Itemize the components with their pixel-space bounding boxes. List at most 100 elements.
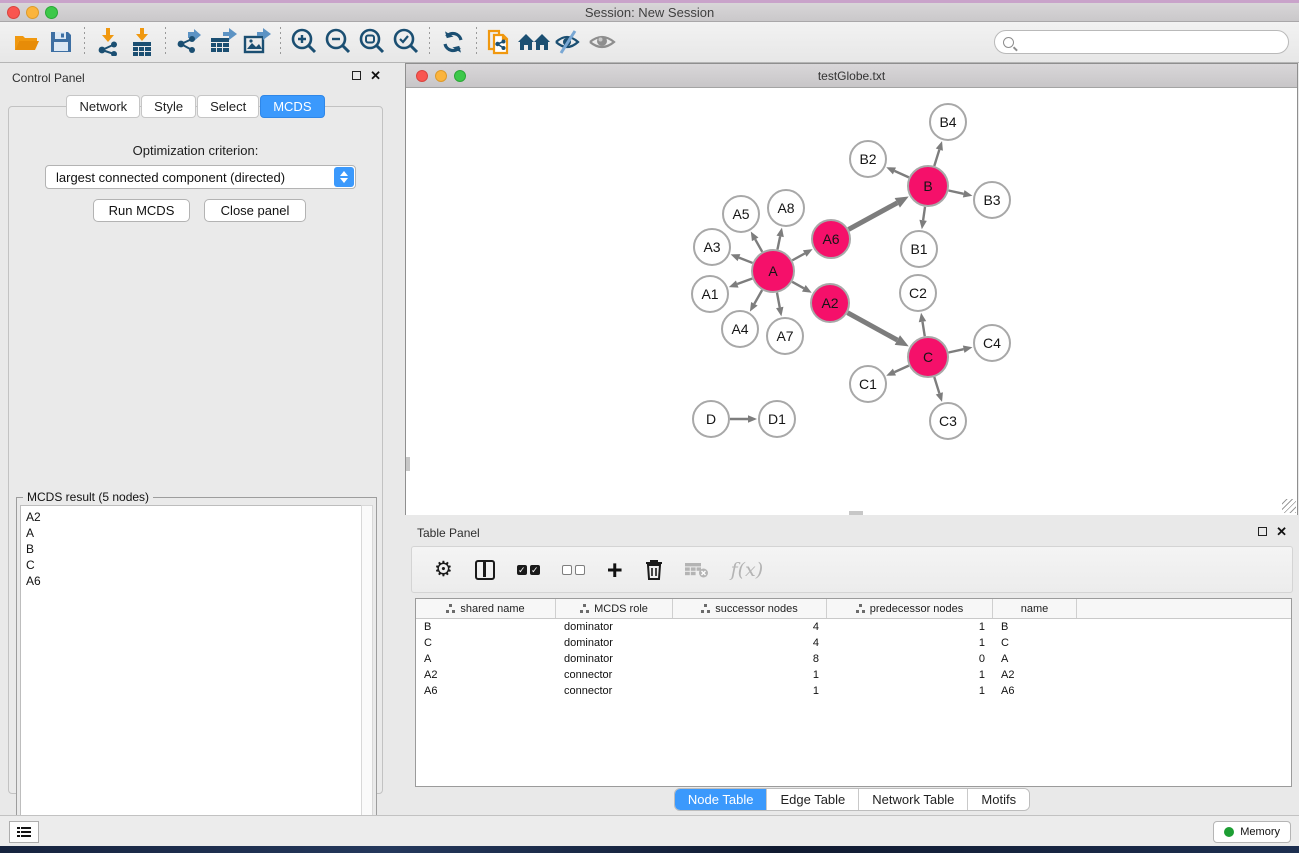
- resize-grip-icon[interactable]: [1282, 499, 1296, 513]
- first-neighbors-icon[interactable]: [517, 26, 551, 58]
- table-cell[interactable]: C: [416, 637, 556, 649]
- hide-selected-eye-icon[interactable]: [551, 26, 585, 58]
- column-header-name[interactable]: name: [993, 599, 1077, 618]
- result-item[interactable]: A6: [26, 573, 357, 589]
- show-all-columns-icon[interactable]: ✓✓: [517, 556, 540, 584]
- edge-A-A2[interactable]: [792, 282, 804, 289]
- minimize-window-button[interactable]: [26, 6, 39, 19]
- column-manager-icon[interactable]: [475, 556, 495, 584]
- table-options-gear-icon[interactable]: ⚙: [434, 556, 453, 584]
- mcds-result-list[interactable]: A2ABCA6: [20, 505, 363, 833]
- table-cell[interactable]: B: [416, 621, 556, 633]
- edge-A-A3[interactable]: [739, 258, 753, 263]
- table-cell[interactable]: dominator: [556, 637, 673, 649]
- table-cell[interactable]: A: [993, 653, 1077, 665]
- table-cell[interactable]: dominator: [556, 653, 673, 665]
- result-item[interactable]: A: [26, 525, 357, 541]
- run-mcds-button[interactable]: Run MCDS: [93, 199, 190, 222]
- edge-C-C4[interactable]: [949, 349, 964, 352]
- table-cell[interactable]: A6: [416, 685, 556, 697]
- table-cell[interactable]: 4: [673, 637, 827, 649]
- table-cell[interactable]: 1: [673, 669, 827, 681]
- memory-button[interactable]: Memory: [1213, 821, 1291, 843]
- edge-C-C1[interactable]: [894, 366, 908, 372]
- table-cell[interactable]: connector: [556, 669, 673, 681]
- tab-node-table[interactable]: Node Table: [675, 789, 768, 810]
- export-table-icon[interactable]: [206, 26, 240, 58]
- result-item[interactable]: C: [26, 557, 357, 573]
- edge-A-A8[interactable]: [777, 236, 780, 249]
- close-table-panel-icon[interactable]: ✕: [1276, 527, 1287, 536]
- edge-A-A7[interactable]: [777, 293, 780, 308]
- edge-A-A4[interactable]: [754, 290, 762, 304]
- network-canvas[interactable]: AA1A3A5A8A4A7A6A2BB2B4B3B1CC1C2C3C4DD1: [406, 89, 1297, 515]
- table-row[interactable]: Cdominator41C: [416, 635, 1291, 651]
- close-window-button[interactable]: [7, 6, 20, 19]
- edge-A2-C[interactable]: [848, 313, 898, 340]
- table-cell[interactable]: 1: [827, 621, 993, 633]
- network-zoom-button[interactable]: [454, 70, 466, 82]
- table-cell[interactable]: B: [993, 621, 1077, 633]
- canvas-hscroll-thumb[interactable]: [849, 511, 863, 515]
- close-panel-icon[interactable]: ✕: [370, 71, 381, 80]
- table-row[interactable]: Bdominator41B: [416, 619, 1291, 635]
- table-row[interactable]: A2connector11A2: [416, 667, 1291, 683]
- export-network-icon[interactable]: [172, 26, 206, 58]
- edge-B-B1[interactable]: [923, 207, 925, 221]
- table-row[interactable]: Adominator80A: [416, 651, 1291, 667]
- tab-mcds[interactable]: MCDS: [260, 95, 324, 118]
- edge-C-C2[interactable]: [922, 322, 924, 337]
- tab-network[interactable]: Network: [66, 95, 140, 118]
- delete-column-trash-icon[interactable]: [645, 556, 663, 584]
- task-history-button[interactable]: [9, 821, 39, 843]
- table-cell[interactable]: 4: [673, 621, 827, 633]
- edge-A-A5[interactable]: [755, 239, 762, 252]
- new-network-from-selection-icon[interactable]: [483, 26, 517, 58]
- float-panel-icon[interactable]: [352, 71, 361, 80]
- result-scrollbar[interactable]: [361, 505, 373, 833]
- criterion-dropdown[interactable]: largest connected component (directed): [45, 165, 356, 189]
- canvas-vscroll-thumb[interactable]: [406, 457, 410, 471]
- table-cell[interactable]: A6: [993, 685, 1077, 697]
- import-network-icon[interactable]: [91, 26, 125, 58]
- edge-C-C3[interactable]: [934, 377, 939, 393]
- tab-select[interactable]: Select: [197, 95, 259, 118]
- tab-style[interactable]: Style: [141, 95, 196, 118]
- function-builder-icon[interactable]: f(x): [731, 556, 764, 584]
- table-row[interactable]: A6connector11A6: [416, 683, 1291, 699]
- table-cell[interactable]: 1: [827, 685, 993, 697]
- export-image-icon[interactable]: [240, 26, 274, 58]
- column-header-predecessor-nodes[interactable]: predecessor nodes: [827, 599, 993, 618]
- tab-edge-table[interactable]: Edge Table: [767, 789, 859, 810]
- table-cell[interactable]: A2: [993, 669, 1077, 681]
- open-folder-icon[interactable]: [10, 26, 44, 58]
- zoom-out-icon[interactable]: [321, 26, 355, 58]
- close-panel-button[interactable]: Close panel: [204, 199, 306, 222]
- show-all-eye-icon[interactable]: [585, 26, 619, 58]
- column-header-shared-name[interactable]: shared name: [416, 599, 556, 618]
- search-input[interactable]: [1019, 35, 1269, 49]
- refresh-layout-icon[interactable]: [436, 26, 470, 58]
- zoom-selected-icon[interactable]: [389, 26, 423, 58]
- network-close-button[interactable]: [416, 70, 428, 82]
- table-cell[interactable]: connector: [556, 685, 673, 697]
- tab-motifs[interactable]: Motifs: [968, 789, 1029, 810]
- table-cell[interactable]: dominator: [556, 621, 673, 633]
- import-table-icon[interactable]: [125, 26, 159, 58]
- table-cell[interactable]: 1: [673, 685, 827, 697]
- column-header-MCDS-role[interactable]: MCDS role: [556, 599, 673, 618]
- tab-network-table[interactable]: Network Table: [859, 789, 968, 810]
- result-item[interactable]: B: [26, 541, 357, 557]
- network-minimize-button[interactable]: [435, 70, 447, 82]
- float-table-panel-icon[interactable]: [1258, 527, 1267, 536]
- edge-B-B3[interactable]: [949, 190, 964, 193]
- toolbar-search[interactable]: [994, 30, 1289, 54]
- zoom-in-icon[interactable]: [287, 26, 321, 58]
- edge-A6-B[interactable]: [849, 203, 898, 230]
- table-cell[interactable]: A: [416, 653, 556, 665]
- zoom-window-button[interactable]: [45, 6, 58, 19]
- table-cell[interactable]: C: [993, 637, 1077, 649]
- network-graph[interactable]: AA1A3A5A8A4A7A6A2BB2B4B3B1CC1C2C3C4DD1: [406, 89, 1297, 515]
- edge-A-A1[interactable]: [737, 279, 752, 285]
- save-icon[interactable]: [44, 26, 78, 58]
